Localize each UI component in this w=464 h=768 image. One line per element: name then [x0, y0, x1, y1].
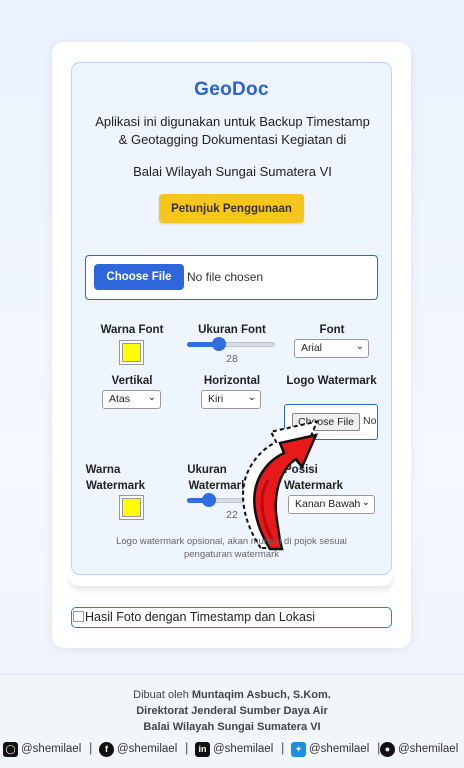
- font-size-slider[interactable]: [187, 337, 275, 351]
- chevron-down-icon: ⌄: [361, 497, 370, 508]
- footer-org1: Direktorat Jenderal Sumber Daya Air: [136, 705, 328, 717]
- watermark-color-picker[interactable]: [119, 495, 144, 520]
- font-color-label: Warna Font: [100, 324, 164, 336]
- watermark-note-line1: Logo watermark opsional, akan muncul di …: [116, 536, 347, 547]
- facebook-icon: f: [99, 741, 114, 757]
- app-description-line1: Aplikasi ini digunakan untuk Backup Time…: [95, 114, 370, 129]
- logo-watermark-label: Logo Watermark: [286, 375, 377, 387]
- linkedin-handle: @shemilael: [213, 743, 274, 755]
- github-link[interactable]: ● @shemilael: [380, 739, 458, 759]
- separator: |: [281, 740, 285, 755]
- facebook-handle: @shemilael: [117, 743, 178, 755]
- logo-file-status: No file chosen: [363, 415, 377, 427]
- horizontal-select-value: Kiri: [208, 393, 224, 405]
- footer-credit-prefix: Dibuat oleh: [133, 689, 192, 701]
- watermark-size-slider-thumb[interactable]: [202, 493, 216, 507]
- font-select-value: Arial: [301, 342, 323, 354]
- linkedin-link[interactable]: in @shemilael: [195, 739, 273, 759]
- instagram-link[interactable]: ◯ @shemilael: [3, 739, 81, 759]
- wm-color-label-line1: Warna: [85, 464, 121, 476]
- twitter-link[interactable]: ✦ @shemilael: [291, 739, 369, 759]
- twitter-icon: ✦: [291, 741, 306, 757]
- app-description-line2: & Geotagging Dokumentasi Kegiatan di: [118, 132, 347, 147]
- instagram-icon: ◯: [3, 741, 18, 757]
- result-image-alt: Hasil Foto dengan Timestamp dan Lokasi: [85, 610, 315, 624]
- choose-file-button[interactable]: Choose File: [94, 264, 184, 290]
- social-links: ◯ @shemilael | f @shemilael | in @shemil…: [3, 739, 461, 759]
- wm-size-label-line1: Ukuran: [187, 464, 227, 476]
- linkedin-icon: in: [195, 741, 210, 757]
- footer-org2: Balai Wilayah Sungai Sumatera VI: [143, 721, 321, 733]
- vertical-select-value: Atas: [109, 393, 131, 405]
- settings-panel: GeoDoc Aplikasi ini digunakan untuk Back…: [71, 62, 392, 575]
- watermark-note-line2: pengaturan watermark: [183, 549, 280, 560]
- separator: |: [185, 740, 189, 755]
- font-size-slider-thumb[interactable]: [212, 337, 226, 351]
- footer: Dibuat oleh Muntaqim Asbuch, S.Kom. Dire…: [0, 674, 464, 768]
- github-handle: @shemilael: [398, 743, 459, 755]
- horizontal-label: Horizontal: [203, 375, 261, 387]
- result-image: Hasil Foto dengan Timestamp dan Lokasi: [71, 607, 392, 628]
- font-select[interactable]: Arial ⌄: [294, 339, 369, 358]
- vertical-label: Vertikal: [111, 375, 153, 387]
- app-title: GeoDoc: [194, 79, 269, 100]
- chevron-down-icon: ⌄: [247, 392, 256, 403]
- footer-author: Muntaqim Asbuch, S.Kom.: [191, 689, 331, 701]
- separator: |: [89, 740, 93, 755]
- instagram-handle: @shemilael: [21, 743, 82, 755]
- github-icon: ●: [380, 741, 395, 757]
- font-color-picker[interactable]: [119, 340, 144, 365]
- main-card: GeoDoc Aplikasi ini digunakan untuk Back…: [52, 42, 411, 648]
- photo-upload-field[interactable]: Choose File No file chosen: [85, 255, 378, 300]
- file-status: No file chosen: [187, 270, 264, 284]
- broken-image-icon: [73, 611, 84, 622]
- twitter-handle: @shemilael: [309, 743, 370, 755]
- footer-credit: Dibuat oleh Muntaqim Asbuch, S.Kom.: [0, 687, 464, 703]
- app-description-line3: Balai Wilayah Sungai Sumatera VI: [133, 164, 332, 179]
- chevron-down-icon: ⌄: [355, 341, 364, 352]
- font-label: Font: [319, 324, 345, 336]
- wm-color-label-line2: Watermark: [85, 480, 146, 492]
- facebook-link[interactable]: f @shemilael: [99, 739, 177, 759]
- guide-button[interactable]: Petunjuk Penggunaan: [159, 194, 304, 223]
- font-size-value: 28: [226, 353, 238, 365]
- chevron-down-icon: ⌄: [147, 392, 156, 403]
- vertical-select[interactable]: Atas ⌄: [102, 390, 161, 409]
- font-size-label: Ukuran Font: [198, 324, 266, 336]
